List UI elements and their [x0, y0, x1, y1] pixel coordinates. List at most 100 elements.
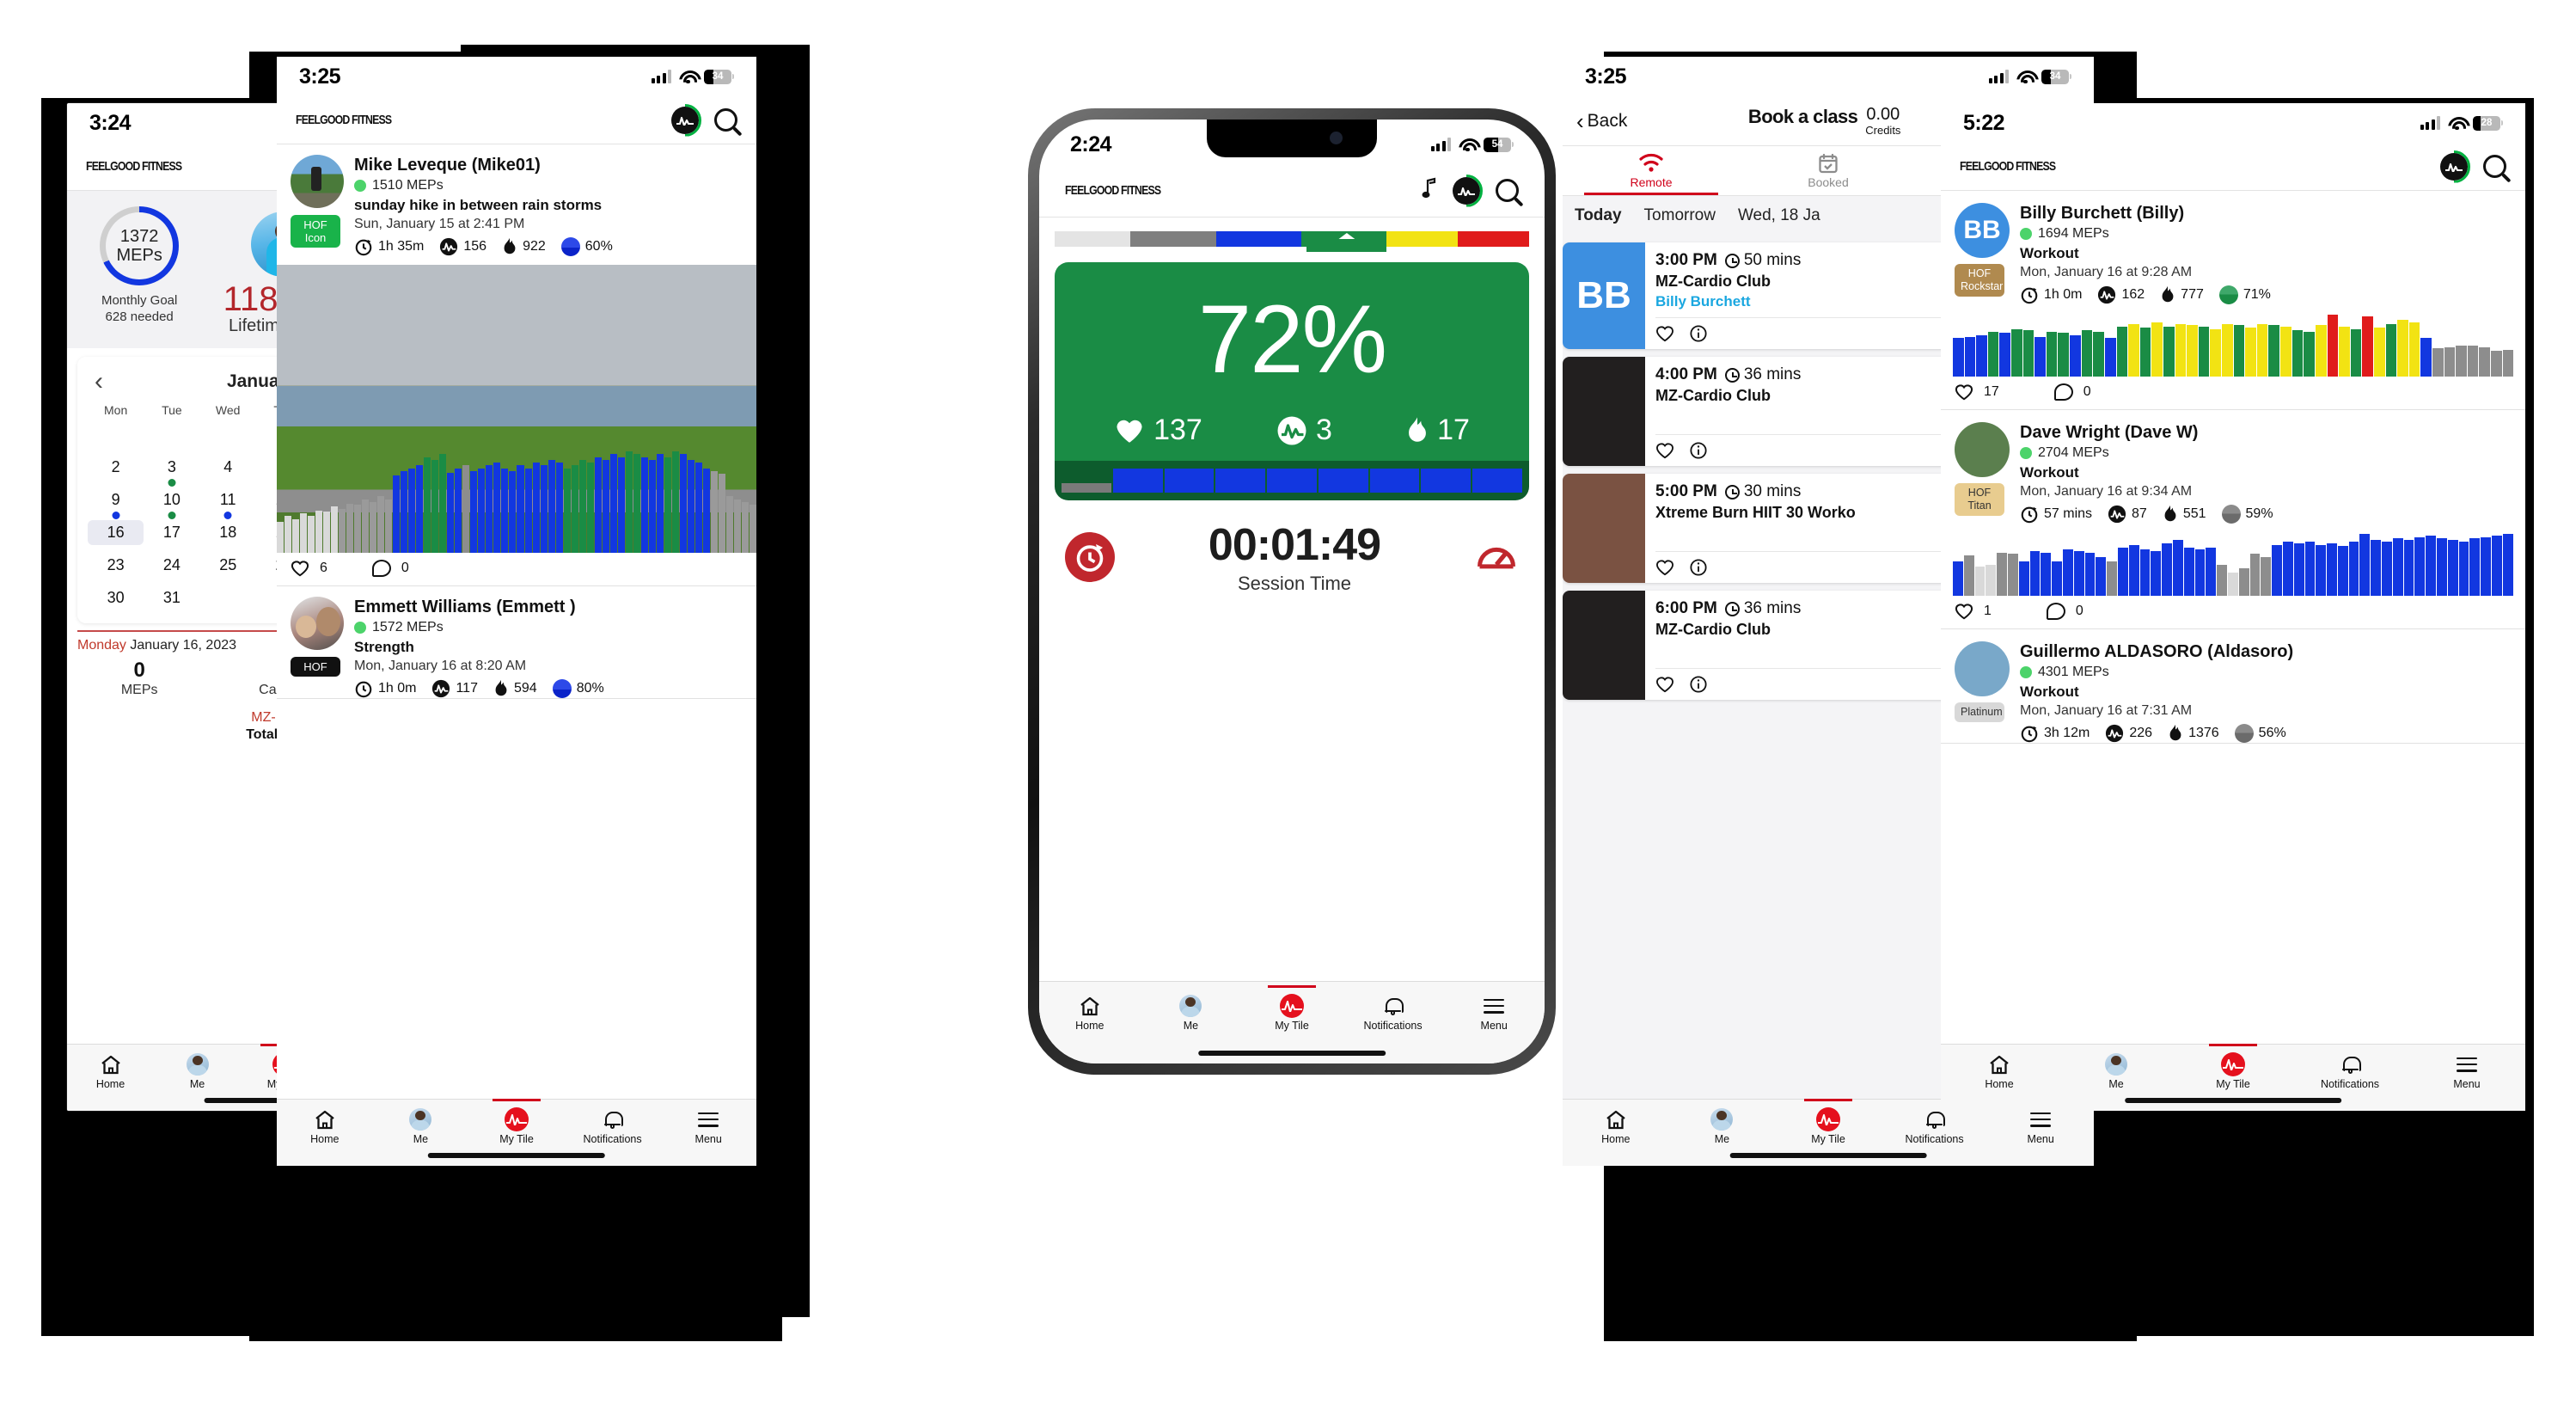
nav-item-menu[interactable]: Menu — [1443, 994, 1545, 1032]
battery-level: 28 — [2481, 118, 2493, 128]
calendar-day[interactable]: 2 — [88, 455, 144, 480]
nav-item-me[interactable]: Me — [1669, 1107, 1776, 1145]
chart-bar — [370, 502, 377, 553]
like-icon — [1955, 604, 1973, 620]
calendar-day[interactable]: 3 — [144, 455, 199, 480]
zone-segment — [1055, 231, 1131, 247]
calendar-day[interactable]: 9 — [88, 487, 144, 512]
nav-item-my-tile[interactable]: My Tile — [2175, 1044, 2291, 1090]
comment-icon[interactable] — [2053, 383, 2073, 401]
bell-icon — [1343, 994, 1444, 1018]
calendar-day[interactable]: 17 — [144, 520, 199, 545]
nav-item-my-tile[interactable]: My Tile — [468, 1099, 565, 1145]
prev-month-button[interactable]: ‹ — [95, 369, 103, 395]
chart-bar — [2447, 540, 2458, 596]
selected-weekday: Monday — [77, 638, 126, 653]
chart-bar — [2029, 550, 2041, 596]
search-icon[interactable] — [714, 108, 737, 132]
tab-label: Booked — [1808, 175, 1849, 189]
calendar-day — [88, 422, 144, 447]
music-note-icon[interactable] — [1422, 177, 1437, 204]
nav-item-home[interactable]: Home — [1039, 994, 1141, 1032]
chart-bar — [2502, 349, 2513, 377]
mz-logo-icon[interactable] — [1453, 176, 1480, 205]
mz-logo-icon[interactable] — [671, 106, 699, 134]
chart-bar — [408, 468, 416, 553]
post-date: Mon, January 16 at 7:31 AM — [2020, 703, 2193, 718]
search-icon[interactable] — [2483, 155, 2506, 178]
nav-item-notifications[interactable]: Notifications — [1882, 1107, 1988, 1145]
day-option[interactable]: Today — [1575, 206, 1622, 225]
nav-item-menu[interactable]: Menu — [660, 1107, 756, 1145]
mz-motion-total-label: Total — [246, 727, 278, 742]
calendar-day[interactable]: 31 — [144, 585, 199, 610]
avatar[interactable] — [291, 155, 344, 208]
day-option[interactable]: Tomorrow — [1644, 206, 1716, 225]
chart-bar — [540, 465, 548, 553]
calendar-day[interactable]: 23 — [88, 553, 144, 578]
feed-post[interactable]: Platinum Guillermo ALDASORO (Aldasoro) 4… — [1941, 629, 2525, 744]
calendar-day[interactable]: 18 — [200, 520, 256, 545]
class-instructor[interactable]: Billy Burchett — [1655, 293, 1751, 310]
nav-item-me[interactable]: Me — [2058, 1052, 2175, 1090]
nav-item-my-tile[interactable]: My Tile — [1241, 985, 1343, 1032]
calendar-day[interactable]: 30 — [88, 585, 144, 610]
nav-item-menu[interactable]: Menu — [2408, 1052, 2525, 1090]
nav-item-menu[interactable]: Menu — [1987, 1107, 2094, 1145]
calendar-day[interactable]: 11 — [200, 487, 256, 512]
nav-item-notifications[interactable]: Notifications — [2291, 1052, 2408, 1090]
clock-icon — [1724, 367, 1740, 383]
nav-item-my-tile[interactable]: My Tile — [1775, 1099, 1882, 1145]
feed-post[interactable]: HOF Emmett Williams (Emmett ) 1572 MEPs … — [277, 586, 756, 699]
chart-bar — [277, 521, 285, 553]
comment-icon[interactable] — [371, 560, 391, 577]
mz-logo-icon[interactable] — [2440, 152, 2468, 181]
feed-post[interactable]: HOF Icon Mike Leveque (Mike01) 1510 MEPs… — [277, 144, 756, 586]
nav-item-me[interactable]: Me — [154, 1052, 241, 1090]
like-icon[interactable] — [291, 560, 309, 577]
avatar[interactable] — [291, 597, 344, 650]
chart-bar — [1472, 469, 1522, 493]
info-icon — [1690, 441, 1707, 459]
post-author: Emmett Williams (Emmett ) — [354, 598, 576, 616]
avatar-icon — [1669, 1107, 1776, 1131]
calendar-day[interactable]: 10 — [144, 487, 199, 512]
chart-bar — [447, 472, 455, 553]
avatar[interactable] — [1955, 422, 2010, 477]
nav-item-home[interactable]: Home — [67, 1052, 154, 1090]
tab-remote[interactable]: Remote — [1563, 146, 1740, 195]
chart-bar — [2491, 351, 2502, 377]
post-date: Mon, January 16 at 9:28 AM — [2020, 265, 2193, 279]
calendar-day[interactable]: 25 — [200, 553, 256, 578]
avatar[interactable] — [1955, 641, 2010, 696]
feed-post[interactable]: HOF Titan Dave Wright (Dave W) 2704 MEPs… — [1941, 410, 2525, 629]
live-metrics: 137 3 17 — [1055, 414, 1529, 447]
monthly-goal-card[interactable]: 1372 MEPs Monthly Goal 628 needed — [67, 203, 211, 325]
nav-item-notifications[interactable]: Notifications — [1343, 994, 1444, 1032]
calendar-day[interactable]: 24 — [144, 553, 199, 578]
nav-item-notifications[interactable]: Notifications — [565, 1107, 661, 1145]
speedometer-icon[interactable] — [1474, 535, 1519, 579]
nav-item-home[interactable]: Home — [1563, 1107, 1669, 1145]
calendar-day[interactable]: 16 — [88, 520, 144, 545]
restart-timer-button[interactable] — [1065, 532, 1115, 582]
day-option[interactable]: Wed, 18 Ja — [1738, 206, 1820, 225]
like-count: 6 — [320, 561, 327, 575]
comment-icon[interactable] — [2046, 603, 2065, 620]
nav-item-me[interactable]: Me — [373, 1107, 469, 1145]
back-button[interactable]: ‹ Back — [1576, 110, 1627, 132]
feed-post[interactable]: BB HOF Rockstar Billy Burchett (Billy) 1… — [1941, 191, 2525, 410]
chart-bar — [455, 468, 462, 553]
tab-booked[interactable]: Booked — [1740, 146, 1917, 195]
chart-bar — [2327, 315, 2339, 377]
nav-item-me[interactable]: Me — [1141, 994, 1242, 1032]
avatar[interactable]: BB — [1955, 203, 2010, 258]
search-icon[interactable] — [1496, 179, 1519, 202]
nav-item-home[interactable]: Home — [277, 1107, 373, 1145]
chart-bar — [2217, 565, 2227, 596]
chart-bar — [1987, 331, 1999, 377]
calendar-day[interactable]: 4 — [200, 455, 256, 480]
chart-bar — [2403, 540, 2414, 596]
post-image[interactable] — [277, 265, 756, 553]
nav-item-home[interactable]: Home — [1941, 1052, 2058, 1090]
